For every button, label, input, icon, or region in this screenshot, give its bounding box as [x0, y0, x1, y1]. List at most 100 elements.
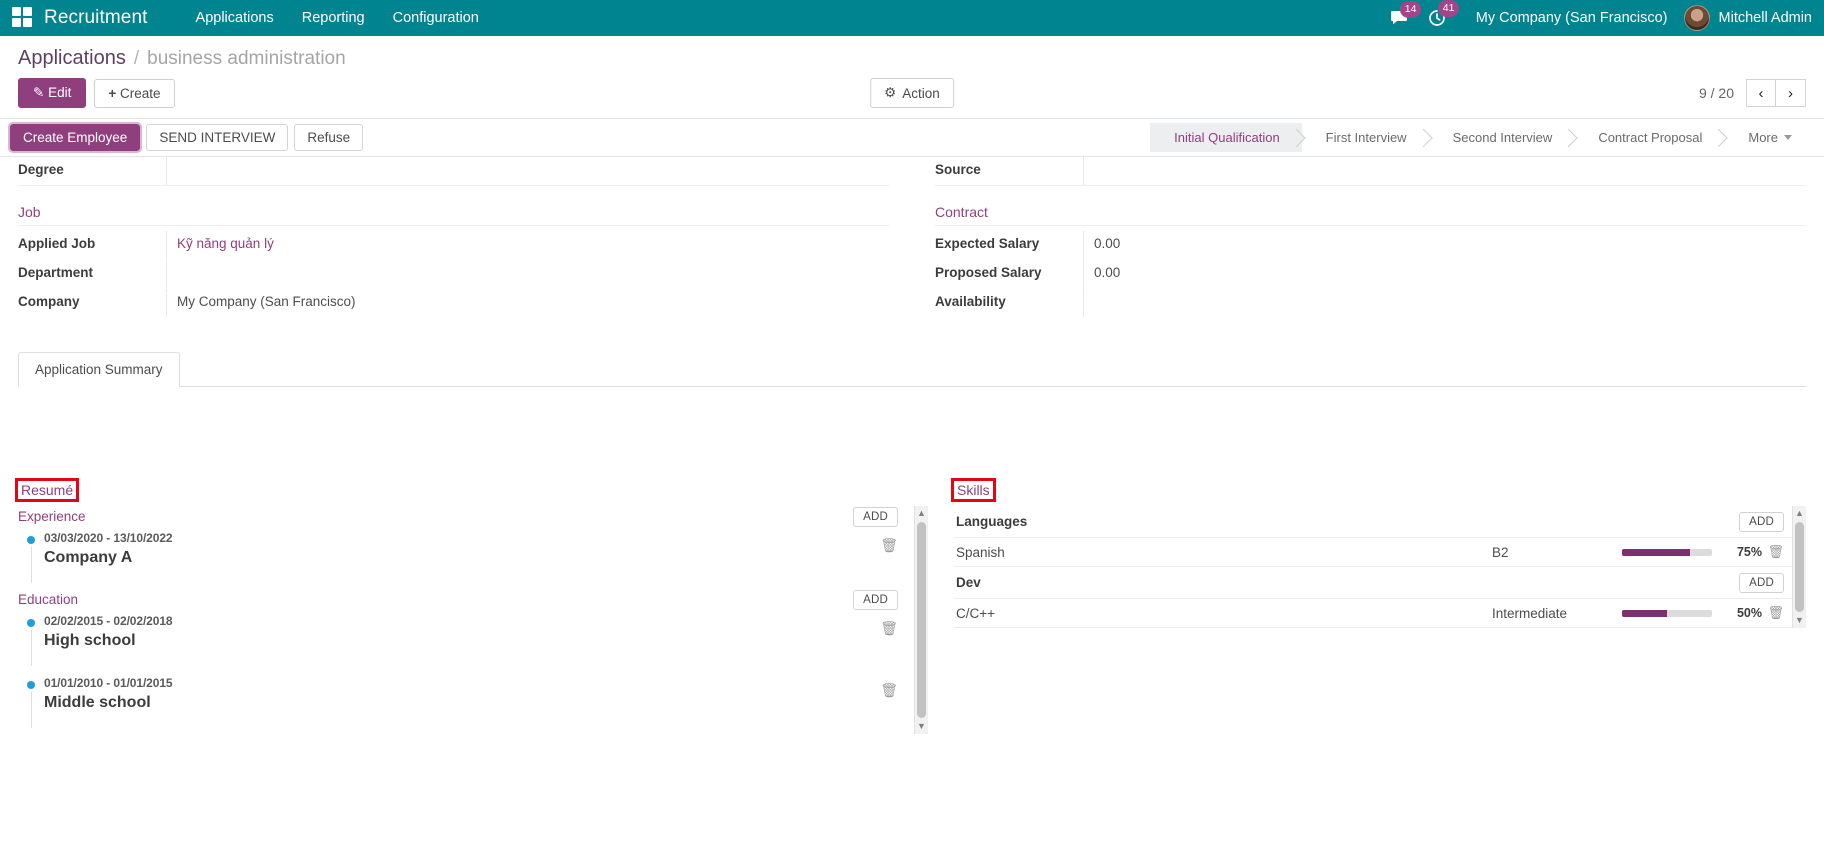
refuse-button[interactable]: Refuse — [294, 124, 364, 151]
create-button[interactable]: + Create — [94, 78, 175, 108]
field-department-value[interactable] — [166, 260, 889, 288]
resume-section-title: Resumé — [14, 478, 80, 502]
chevron-down-icon — [1784, 135, 1792, 140]
stage-initial-qualification[interactable]: Initial Qualification — [1150, 123, 1302, 152]
record-pager: 9 / 20 ‹ › — [1699, 79, 1806, 107]
delete-skill-button[interactable]: 🗑 — [1762, 544, 1784, 560]
top-navbar: Recruitment Applications Reporting Confi… — [0, 0, 1824, 36]
resume-line-item[interactable]: 03/03/2020 - 13/10/2022 Company A 🗑 — [18, 527, 928, 589]
skills-section-title: Skills — [951, 478, 996, 502]
nav-menu-configuration[interactable]: Configuration — [379, 4, 493, 32]
stage-more-dropdown[interactable]: More — [1724, 123, 1814, 152]
action-button[interactable]: ⚙ Action — [870, 78, 954, 108]
timeline-connector — [30, 692, 32, 728]
form-sheet-scroll: Degree Job Applied Job Kỹ năng quản lý D… — [0, 157, 1824, 840]
nav-menu-reporting[interactable]: Reporting — [288, 4, 379, 32]
add-language-skill-button[interactable]: ADD — [1739, 511, 1784, 532]
field-proposed-salary-value[interactable]: 0.00 — [1083, 260, 1806, 288]
company-switcher[interactable]: My Company (San Francisco) — [1460, 10, 1684, 26]
nav-menu-applications[interactable]: Applications — [182, 4, 288, 32]
resume-line-dates: 02/02/2015 - 02/02/2018 — [44, 614, 173, 628]
skill-level: B2 — [1492, 544, 1509, 560]
delete-resume-line-button[interactable]: 🗑 — [880, 676, 898, 699]
timeline-connector — [30, 547, 32, 583]
timeline-connector — [30, 630, 32, 666]
notebook-page-application-summary[interactable] — [18, 387, 1806, 445]
delete-skill-button[interactable]: 🗑 — [1762, 605, 1784, 621]
resume-line-item[interactable]: 02/02/2015 - 02/02/2018 High school 🗑 — [18, 610, 928, 672]
field-source: Source — [935, 157, 1806, 186]
scrollbar-thumb[interactable] — [1795, 522, 1804, 612]
skill-percent: 50% — [1736, 606, 1762, 620]
statusbar-action-buttons: Create Employee SEND INTERVIEW Refuse — [7, 122, 369, 153]
stage-contract-proposal[interactable]: Contract Proposal — [1574, 123, 1724, 152]
resume-skills-panels: Resumé Experience ADD 03/03/2020 - 13/10… — [14, 478, 1806, 734]
add-dev-skill-button[interactable]: ADD — [1739, 572, 1784, 593]
field-availability-value[interactable] — [1083, 289, 1806, 317]
field-degree-label: Degree — [18, 162, 64, 177]
messages-button[interactable]: 14 — [1384, 1, 1422, 26]
resume-scrollbar[interactable]: ▲ ▼ — [914, 506, 928, 734]
user-menu[interactable]: Mitchell Admin — [1683, 5, 1816, 31]
resume-group-education-label: Education — [18, 592, 79, 607]
stage-second-interview[interactable]: Second Interview — [1429, 123, 1575, 152]
field-expected-salary-value[interactable]: 0.00 — [1083, 231, 1806, 259]
field-degree-value[interactable] — [166, 157, 889, 185]
field-department-label: Department — [18, 265, 94, 280]
skills-group-languages-label: Languages — [956, 514, 1028, 529]
scrollbar-thumb[interactable] — [917, 522, 926, 718]
skill-row[interactable]: Spanish B2 75% 🗑 — [954, 538, 1806, 567]
field-degree: Degree — [18, 157, 889, 186]
form-column-left: Degree Job Applied Job Kỹ năng quản lý D… — [18, 157, 889, 318]
form-sheet: Degree Job Applied Job Kỹ năng quản lý D… — [0, 157, 1824, 734]
resume-line-body: 01/01/2010 - 01/01/2015 Middle school — [44, 676, 880, 712]
stage-label: More — [1748, 130, 1778, 145]
pager-previous-button[interactable]: ‹ — [1746, 79, 1776, 107]
gear-icon: ⚙ — [884, 85, 897, 100]
resume-line-item[interactable]: 01/01/2010 - 01/01/2015 Middle school 🗑 — [18, 672, 928, 734]
resume-line-dates: 01/01/2010 - 01/01/2015 — [44, 676, 173, 690]
send-interview-button[interactable]: SEND INTERVIEW — [146, 124, 289, 151]
group-title-job: Job — [18, 186, 889, 226]
skills-list: Languages ADD Spanish B2 75% 🗑 Dev ADD C… — [954, 506, 1806, 628]
tab-application-summary[interactable]: Application Summary — [18, 352, 180, 387]
apps-grid-icon[interactable] — [12, 7, 34, 29]
stage-label: Contract Proposal — [1598, 130, 1703, 145]
control-panel-buttons: ✎ Edit + Create ⚙ Action 9 / 20 ‹ › — [0, 72, 1824, 118]
field-applied-job: Applied Job Kỹ năng quản lý — [18, 231, 889, 260]
stage-pipeline: Initial Qualification First Interview Se… — [1150, 123, 1824, 152]
scroll-down-icon[interactable]: ▼ — [1795, 613, 1804, 628]
delete-resume-line-button[interactable]: 🗑 — [880, 531, 898, 554]
skills-group-dev-header: Dev ADD — [954, 567, 1806, 599]
scroll-down-icon[interactable]: ▼ — [917, 719, 926, 734]
activities-count-badge: 41 — [1437, 0, 1460, 17]
delete-resume-line-button[interactable]: 🗑 — [880, 614, 898, 637]
pager-next-button[interactable]: › — [1776, 79, 1806, 107]
notebook: Application Summary — [18, 352, 1806, 445]
add-experience-button[interactable]: ADD — [853, 506, 898, 527]
stage-first-interview[interactable]: First Interview — [1302, 123, 1429, 152]
field-company: Company My Company (San Francisco) — [18, 289, 889, 318]
activities-button[interactable]: 41 — [1422, 0, 1460, 27]
edit-button[interactable]: ✎ Edit — [18, 78, 87, 108]
field-source-value[interactable] — [1083, 157, 1806, 185]
skills-scrollbar[interactable]: ▲ ▼ — [1792, 506, 1806, 628]
group-title-contract: Contract — [935, 186, 1806, 226]
pager-value: 9 / 20 — [1698, 85, 1734, 101]
timeline-marker — [18, 531, 44, 583]
field-company-value[interactable]: My Company (San Francisco) — [166, 289, 889, 317]
add-education-button[interactable]: ADD — [853, 589, 898, 610]
field-availability-label: Availability — [935, 294, 1006, 309]
skill-row[interactable]: C/C++ Intermediate 50% 🗑 — [954, 599, 1806, 628]
app-brand-recruitment[interactable]: Recruitment — [44, 7, 148, 29]
notebook-tabs: Application Summary — [18, 352, 1806, 387]
scroll-up-icon[interactable]: ▲ — [917, 506, 926, 521]
resume-line-body: 03/03/2020 - 13/10/2022 Company A — [44, 531, 880, 567]
scroll-up-icon[interactable]: ▲ — [1795, 506, 1804, 521]
field-source-label: Source — [935, 162, 981, 177]
breadcrumb-root-applications[interactable]: Applications — [18, 47, 126, 70]
field-applied-job-value[interactable]: Kỹ năng quản lý — [166, 231, 889, 259]
skill-progress-bar — [1622, 548, 1712, 556]
create-employee-button[interactable]: Create Employee — [7, 122, 143, 153]
timeline-marker — [18, 676, 44, 728]
